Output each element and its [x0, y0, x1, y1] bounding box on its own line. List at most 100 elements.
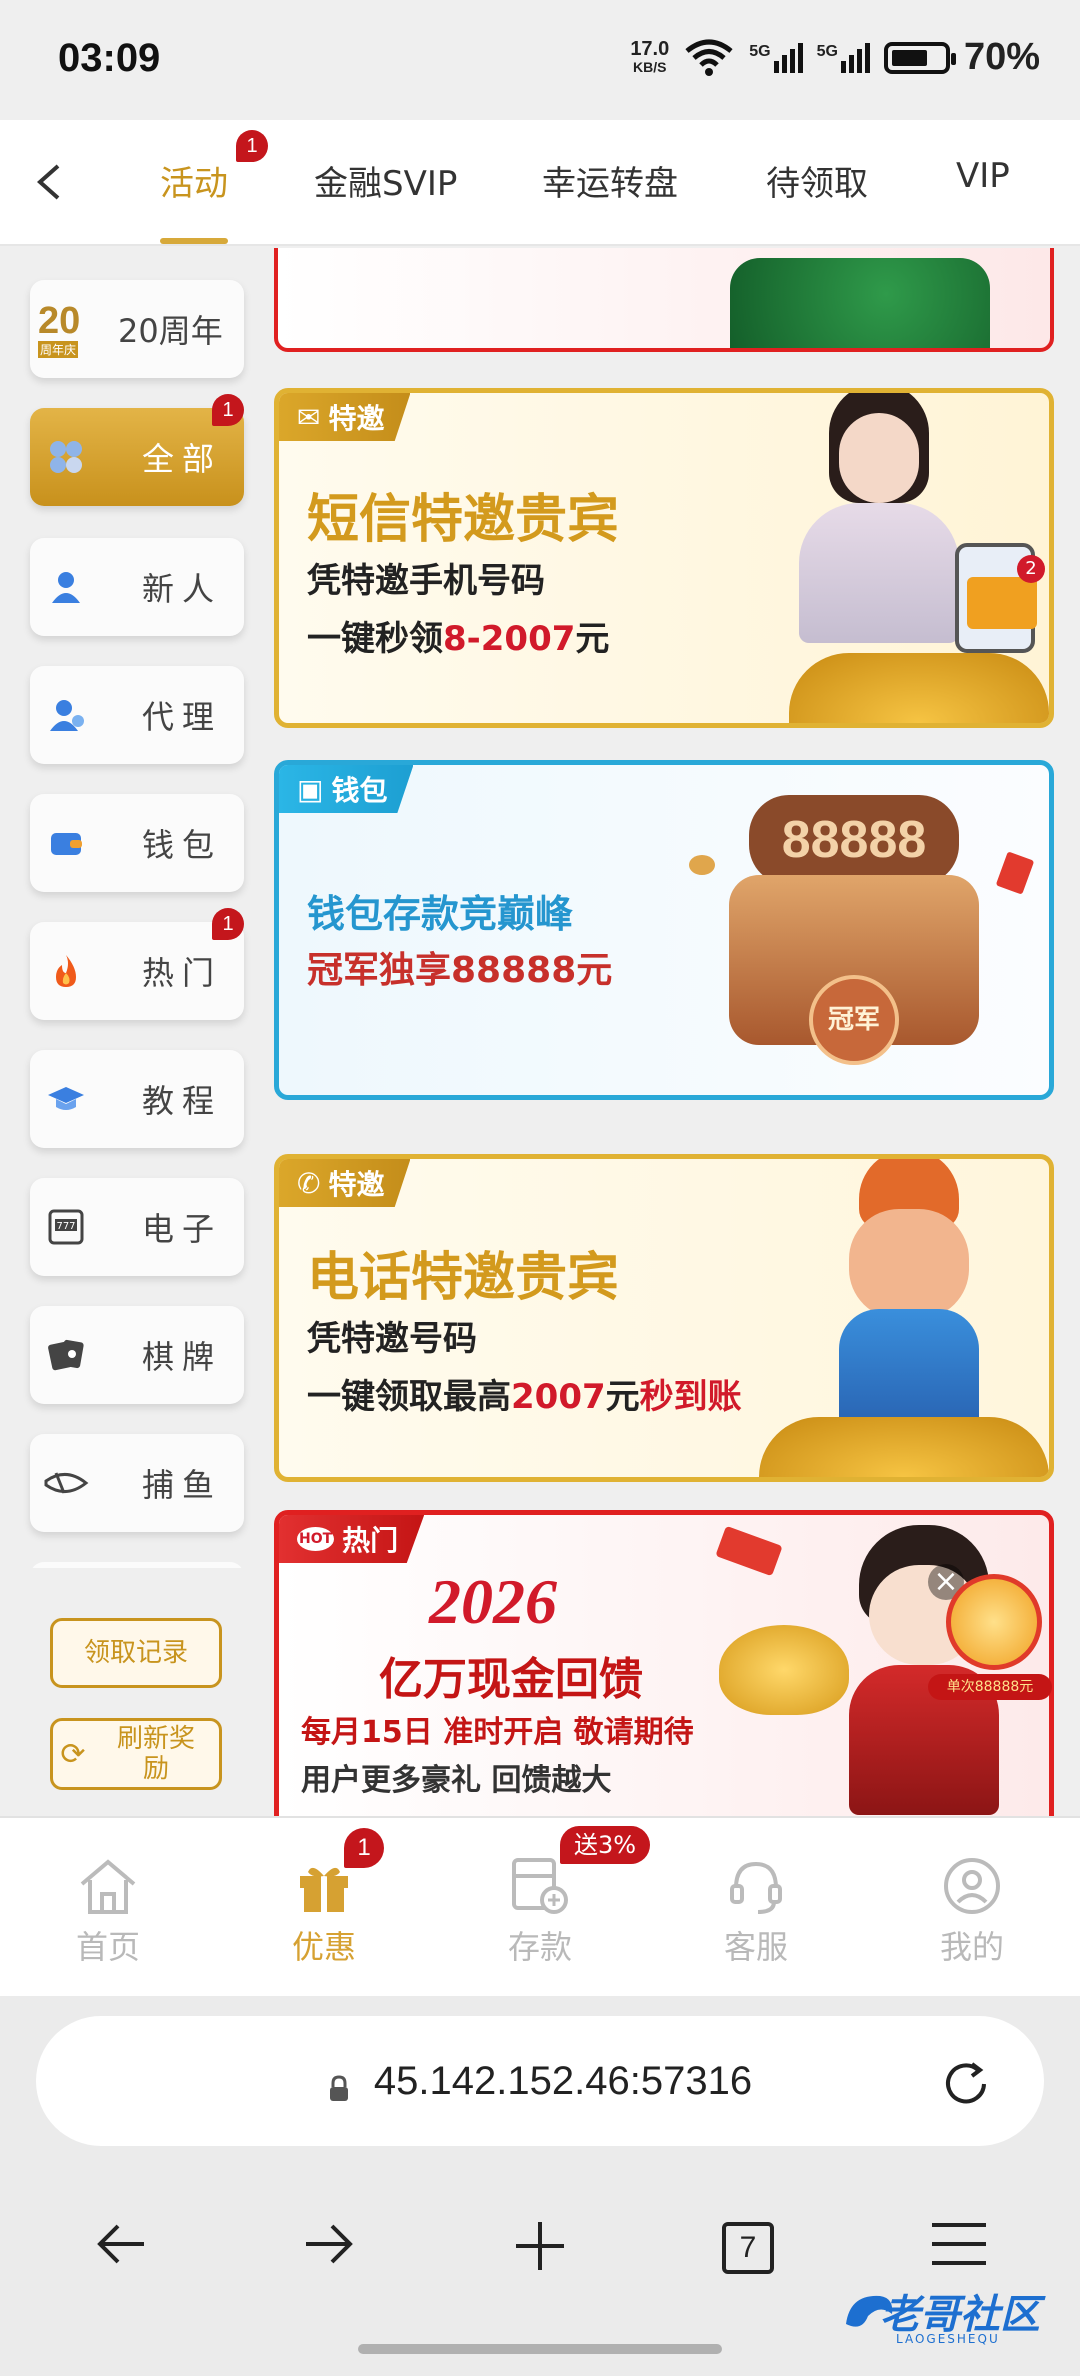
promo-banner-partial[interactable]: [274, 248, 1054, 352]
banner-line2: 冠军独享88888元: [307, 950, 613, 991]
nav-promotions-badge: 1: [344, 1828, 384, 1868]
nav-deposit-bonus-badge: 送3%: [560, 1826, 651, 1864]
back-button[interactable]: [28, 158, 72, 206]
bottom-nav: 首页 优惠 1 存款 送3% 客服 我的: [0, 1816, 1080, 1996]
tab-underline: [160, 238, 228, 244]
signal-5g-icon-2: 5G: [817, 42, 870, 73]
banner-tag: ▣ 钱包: [279, 765, 414, 813]
nav-home[interactable]: 首页: [38, 1854, 178, 1968]
promo-banner-sms-vip[interactable]: ✉ 特邀 短信特邀贵宾 凭特邀手机号码 一键秒领8-2007元 2: [274, 388, 1054, 728]
banner-title: 亿万现金回馈: [379, 1654, 643, 1705]
tab-activity-badge: 1: [236, 130, 268, 162]
wallet-icon: [42, 819, 90, 867]
top-nav: 活动 1 金融SVIP 幸运转盘 待领取 VIP: [0, 120, 1080, 246]
phone-icon: ✆: [297, 1166, 321, 1200]
promo-banner-wallet[interactable]: ▣ 钱包 钱包存款竞巅峰 冠军独享88888元 88888 冠军: [274, 760, 1054, 1100]
banner-line1: 凭特邀号码: [307, 1319, 477, 1359]
status-icons: 17.0 KB/S 5G 5G 70%: [630, 36, 1040, 79]
url-text: 45.142.152.46:57316: [373, 2058, 753, 2103]
plus-icon: [516, 2222, 564, 2270]
banner-year: 2026: [429, 1566, 557, 1637]
floating-promo-widget[interactable]: × 单次88888元: [928, 1564, 1052, 1714]
red-envelope-icon: [995, 851, 1035, 895]
hostess-illustration: [779, 393, 979, 643]
user-icon: [42, 563, 90, 611]
category-sidebar: 20 周年庆 20周年 全部 1 新人 代理 钱包 热门 1 教程 777 电子…: [0, 248, 268, 1816]
banner-title: 短信特邀贵宾: [307, 490, 620, 550]
sidebar-item-cards[interactable]: 棋牌: [30, 1306, 244, 1404]
nav-promotions[interactable]: 优惠: [254, 1854, 394, 1968]
status-time: 03:09: [58, 36, 161, 80]
claim-record-button[interactable]: 领取记录: [50, 1618, 222, 1688]
refresh-rewards-button[interactable]: ⟳ 刷新奖励: [50, 1718, 222, 1790]
banner-line2: 一键秒领8-2007元: [307, 619, 610, 659]
sidebar-item-label: 新人: [142, 570, 223, 608]
nav-deposit[interactable]: 存款: [470, 1854, 610, 1968]
home-icon: [38, 1854, 178, 1918]
battery-percent: 70%: [963, 36, 1040, 78]
new-tab-button[interactable]: [512, 2218, 568, 2288]
nav-customer-service[interactable]: 客服: [686, 1854, 826, 1968]
menu-icon: [932, 2223, 986, 2265]
sidebar-item-label: 热门: [142, 954, 223, 992]
sidebar-item-wallet[interactable]: 钱包: [30, 794, 244, 892]
sidebar-item-tutorial[interactable]: 教程: [30, 1050, 244, 1148]
browser-back-button[interactable]: [94, 2218, 150, 2283]
banner-tag: ✆ 特邀: [279, 1159, 411, 1207]
banner-line1: 钱包存款竞巅峰: [307, 892, 574, 936]
tab-switcher-button[interactable]: 7: [722, 2222, 774, 2274]
menu-button[interactable]: [928, 2218, 990, 2283]
watermark-logo: 老哥社区 LAOGESHEQU: [840, 2278, 1060, 2358]
float-widget-label: 单次88888元: [928, 1674, 1052, 1700]
headset-icon: [686, 1854, 826, 1918]
status-bar: 03:09 17.0 KB/S 5G 5G 70%: [0, 0, 1080, 120]
sidebar-item-newbie[interactable]: 新人: [30, 538, 244, 636]
sidebar-item-label: 钱包: [142, 826, 223, 864]
browser-toolbar: 45.142.152.46:57316 7 老哥社区 LAOGESHEQU: [0, 1996, 1080, 2376]
sidebar-all-badge: 1: [212, 394, 244, 426]
gold-coin-icon: [689, 855, 715, 875]
tab-activity[interactable]: 活动: [160, 156, 228, 205]
reload-button[interactable]: [938, 2056, 994, 2122]
tab-finance-svip[interactable]: 金融SVIP: [314, 156, 457, 205]
sidebar-item-anniversary[interactable]: 20 周年庆 20周年: [30, 280, 244, 378]
banner-line1: 凭特邀手机号码: [307, 561, 545, 601]
promo-banner-phone-vip[interactable]: ✆ 特邀 电话特邀贵宾 凭特邀号码 一键领取最高2007元秒到账: [274, 1154, 1054, 1482]
sidebar-item-label: 20周年: [118, 312, 223, 350]
gold-coins-art: [789, 653, 1049, 723]
gold-coins-art: [759, 1417, 1049, 1477]
tab-to-claim[interactable]: 待领取: [766, 156, 868, 205]
wallet-trophy-art: 88888 冠军: [719, 795, 989, 1085]
wallet-icon: ▣: [297, 772, 324, 806]
sidebar-item-label: 电子: [142, 1210, 223, 1248]
nav-profile[interactable]: 我的: [902, 1854, 1042, 1968]
grid-icon: [42, 433, 90, 481]
slot-777-icon: 777: [42, 1203, 90, 1251]
network-speed: 17.0 KB/S: [630, 37, 670, 75]
sidebar-item-fishing[interactable]: 捕鱼: [30, 1434, 244, 1532]
chevron-left-icon: [36, 164, 60, 200]
promotions-list: ✉ 特邀 短信特邀贵宾 凭特邀手机号码 一键秒领8-2007元 2 ▣ 钱包 钱包存…: [272, 248, 1062, 1816]
sidebar-hot-badge: 1: [212, 908, 244, 940]
sidebar-item-label: 棋牌: [142, 1338, 223, 1376]
browser-forward-button[interactable]: [300, 2218, 356, 2283]
banner-tag: ✉ 特邀: [279, 393, 411, 441]
sidebar-item-label: 捕鱼: [142, 1466, 223, 1504]
fish-icon: [42, 1459, 90, 1507]
anniversary-badge-icon: 20 周年庆: [38, 300, 81, 358]
refresh-icon: ⟳: [60, 1736, 86, 1772]
arrow-left-icon: [97, 2224, 144, 2264]
phone-envelope-icon: 2: [955, 543, 1045, 653]
sidebar-item-label: 代理: [142, 698, 223, 736]
cards-icon: [42, 1331, 90, 1379]
wifi-icon: [685, 39, 733, 76]
svg-text:777: 777: [56, 1221, 75, 1232]
sidebar-item-agent[interactable]: 代理: [30, 666, 244, 764]
banner-line1: 每月15日 准时开启 敬请期待: [301, 1715, 694, 1750]
address-bar[interactable]: 45.142.152.46:57316: [36, 2016, 1044, 2146]
banner-line2: 一键领取最高2007元秒到账: [307, 1377, 742, 1417]
sidebar-item-label: 全部: [142, 440, 223, 478]
tab-vip[interactable]: VIP: [956, 156, 1010, 196]
sidebar-item-slots[interactable]: 777 电子: [30, 1178, 244, 1276]
tab-lucky-wheel[interactable]: 幸运转盘: [542, 156, 678, 205]
